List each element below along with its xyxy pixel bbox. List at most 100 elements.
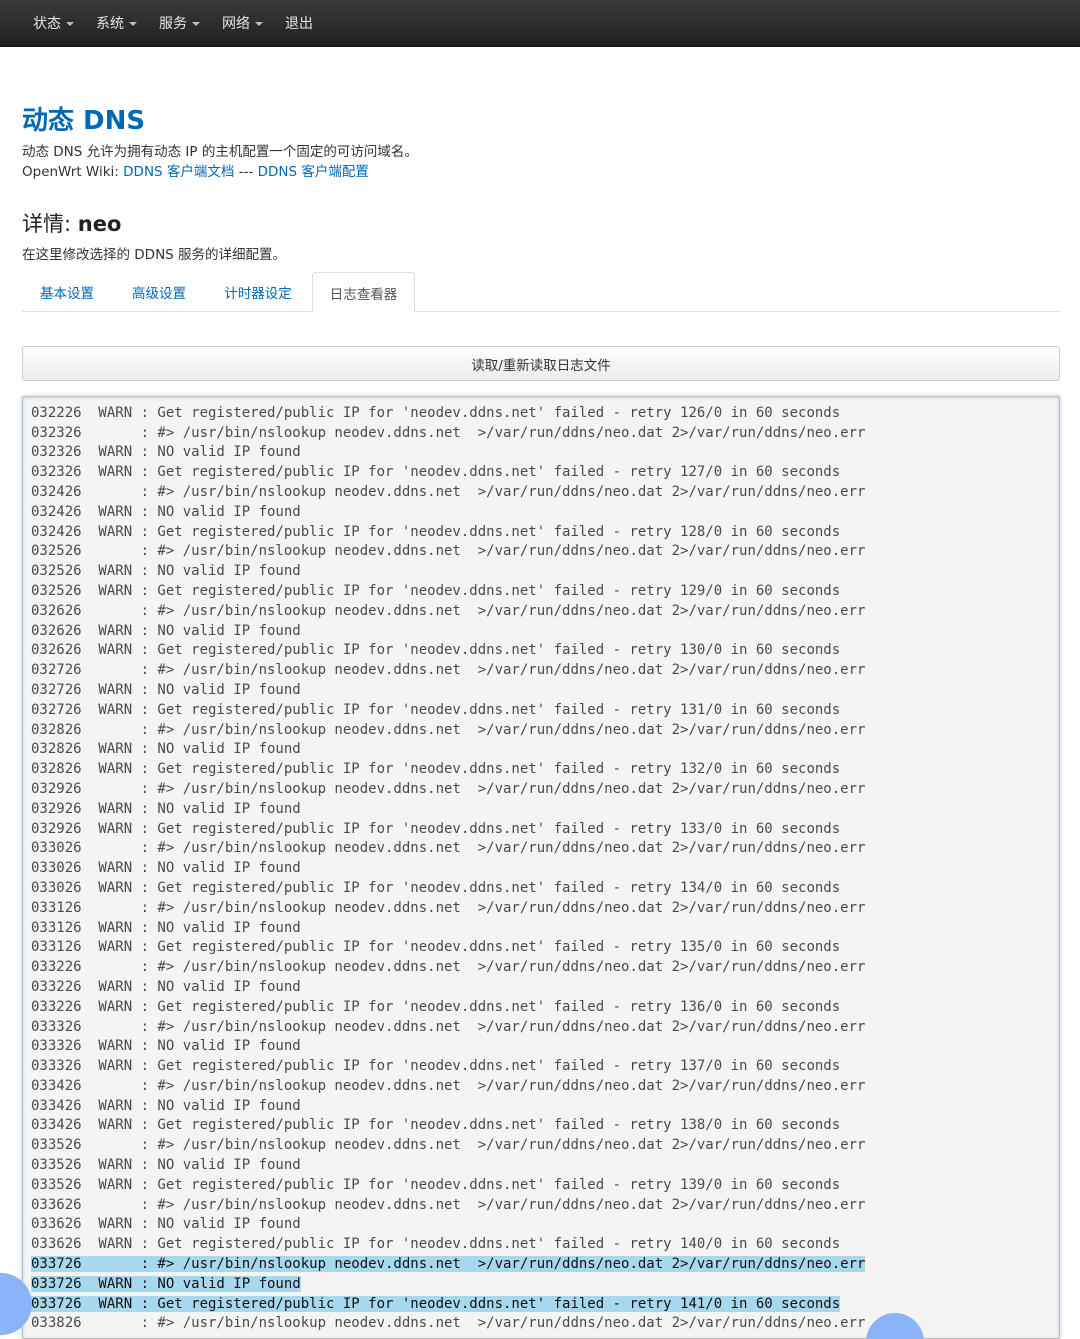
log-line: 033726 WARN : Get registered/public IP f… — [31, 1295, 1059, 1315]
log-line-text: 033526 WARN : NO valid IP found — [31, 1157, 301, 1174]
log-line: 032926 WARN : NO valid IP found — [31, 800, 1059, 820]
page-description: 动态 DNS 允许为拥有动态 IP 的主机配置一个固定的可访问域名。 — [22, 144, 418, 160]
tab-label: 计时器设定 — [224, 286, 292, 302]
chevron-down-icon — [192, 22, 200, 26]
ddns-client-config-link[interactable]: DDNS 客户端配置 — [258, 164, 369, 180]
tab-basic-settings[interactable]: 基本设置 — [22, 272, 112, 312]
log-line: 033026 WARN : NO valid IP found — [31, 859, 1059, 879]
tab-bar: 基本设置 高级设置 计时器设定 日志查看器 — [22, 272, 1060, 313]
log-line: 032726 : #> /usr/bin/nslookup neodev.ddn… — [31, 661, 1059, 681]
log-line-text: 033326 WARN : NO valid IP found — [31, 1038, 301, 1055]
log-line: 033026 WARN : Get registered/public IP f… — [31, 879, 1059, 899]
log-line: 033626 : #> /usr/bin/nslookup neodev.ddn… — [31, 1196, 1059, 1216]
log-line: 033226 WARN : Get registered/public IP f… — [31, 998, 1059, 1018]
log-line-text: 032426 : #> /usr/bin/nslookup neodev.ddn… — [31, 483, 866, 500]
log-line-text: 033426 WARN : Get registered/public IP f… — [31, 1117, 841, 1134]
log-line-text: 032326 WARN : Get registered/public IP f… — [31, 464, 841, 481]
log-line-text: 033726 WARN : NO valid IP found — [31, 1275, 301, 1292]
nav-menu-label: 退出 — [285, 16, 313, 32]
log-line-text: 032326 : #> /usr/bin/nslookup neodev.ddn… — [31, 424, 866, 441]
log-line-text: 033526 WARN : Get registered/public IP f… — [31, 1176, 841, 1193]
log-line-text: 033626 WARN : NO valid IP found — [31, 1216, 301, 1233]
log-line-text: 033426 : #> /usr/bin/nslookup neodev.ddn… — [31, 1077, 866, 1094]
log-line-text: 033026 : #> /usr/bin/nslookup neodev.ddn… — [31, 840, 866, 857]
nav-menu-status[interactable]: 状态 — [33, 13, 74, 33]
log-line: 032526 : #> /usr/bin/nslookup neodev.ddn… — [31, 542, 1059, 562]
nav-menu-label: 系统 — [96, 16, 124, 32]
log-line-text: 033126 WARN : NO valid IP found — [31, 919, 301, 936]
log-line: 032426 : #> /usr/bin/nslookup neodev.ddn… — [31, 483, 1059, 503]
log-line-text: 032926 WARN : Get registered/public IP f… — [31, 820, 841, 837]
tab-label: 基本设置 — [40, 286, 94, 302]
tab-log-viewer[interactable]: 日志查看器 — [312, 272, 415, 313]
log-line: 033526 WARN : Get registered/public IP f… — [31, 1176, 1059, 1196]
log-line: 033126 : #> /usr/bin/nslookup neodev.ddn… — [31, 899, 1059, 919]
log-line: 033626 WARN : Get registered/public IP f… — [31, 1235, 1059, 1255]
nav-menu-label: 网络 — [222, 16, 250, 32]
log-line: 033526 : #> /usr/bin/nslookup neodev.ddn… — [31, 1136, 1059, 1156]
section-title: 详情: neo — [22, 208, 121, 238]
log-line: 033326 WARN : NO valid IP found — [31, 1037, 1059, 1057]
log-line: 033426 WARN : Get registered/public IP f… — [31, 1116, 1059, 1136]
top-navbar: 状态 系统 服务 网络 退出 — [0, 0, 1080, 47]
log-line: 032526 WARN : Get registered/public IP f… — [31, 582, 1059, 602]
log-line: 032826 WARN : NO valid IP found — [31, 740, 1059, 760]
log-line-text: 032726 WARN : NO valid IP found — [31, 681, 301, 698]
log-line-text: 033726 WARN : Get registered/public IP f… — [31, 1295, 841, 1312]
log-line: 032926 : #> /usr/bin/nslookup neodev.ddn… — [31, 780, 1059, 800]
tab-advanced-settings[interactable]: 高级设置 — [117, 272, 201, 312]
log-line-text: 032326 WARN : NO valid IP found — [31, 444, 301, 461]
tab-label: 高级设置 — [132, 286, 186, 302]
chevron-down-icon — [129, 22, 137, 26]
log-line: 033626 WARN : NO valid IP found — [31, 1215, 1059, 1235]
nav-menu-network[interactable]: 网络 — [222, 13, 263, 33]
log-line-text: 033626 WARN : Get registered/public IP f… — [31, 1236, 841, 1253]
section-title-prefix: 详情: — [22, 212, 78, 236]
log-line: 032926 WARN : Get registered/public IP f… — [31, 820, 1059, 840]
log-line: 033526 WARN : NO valid IP found — [31, 1156, 1059, 1176]
log-line: 033126 WARN : Get registered/public IP f… — [31, 938, 1059, 958]
log-line-text: 033826 : #> /usr/bin/nslookup neodev.ddn… — [31, 1315, 866, 1332]
log-line: 033726 WARN : NO valid IP found — [31, 1275, 1059, 1295]
chevron-down-icon — [66, 22, 74, 26]
wiki-separator: --- — [234, 164, 258, 180]
log-line-text: 033026 WARN : NO valid IP found — [31, 860, 301, 877]
ddns-client-docs-link[interactable]: DDNS 客户端文档 — [123, 164, 234, 180]
log-line-text: 033126 : #> /usr/bin/nslookup neodev.ddn… — [31, 899, 866, 916]
reload-log-button[interactable]: 读取/重新读取日志文件 — [22, 346, 1060, 381]
log-line: 033026 : #> /usr/bin/nslookup neodev.ddn… — [31, 839, 1059, 859]
log-line: 032826 WARN : Get registered/public IP f… — [31, 760, 1059, 780]
log-line: 033226 : #> /usr/bin/nslookup neodev.ddn… — [31, 958, 1059, 978]
tab-label: 日志查看器 — [329, 286, 398, 303]
nav-menu-system[interactable]: 系统 — [96, 13, 137, 33]
nav-menu-services[interactable]: 服务 — [159, 13, 200, 33]
log-line: 032326 : #> /usr/bin/nslookup neodev.ddn… — [31, 424, 1059, 444]
log-line-text: 032726 : #> /usr/bin/nslookup neodev.ddn… — [31, 662, 866, 679]
log-line-text: 033226 : #> /usr/bin/nslookup neodev.ddn… — [31, 959, 866, 976]
log-line-text: 032526 WARN : NO valid IP found — [31, 563, 301, 580]
log-line-text: 032926 WARN : NO valid IP found — [31, 800, 301, 817]
log-line-text: 032226 WARN : NO valid IP found — [31, 397, 301, 401]
log-line-text: 032826 WARN : Get registered/public IP f… — [31, 761, 841, 778]
chevron-down-icon — [255, 22, 263, 26]
log-viewer-textarea[interactable]: 032226 WARN : NO valid IP found 032226 WA… — [22, 396, 1060, 1339]
log-line: 033426 : #> /usr/bin/nslookup neodev.ddn… — [31, 1077, 1059, 1097]
tab-timer-settings[interactable]: 计时器设定 — [208, 272, 308, 312]
nav-menu-label: 服务 — [159, 16, 187, 32]
log-line-text: 032626 WARN : NO valid IP found — [31, 622, 301, 639]
log-line: 032226 WARN : Get registered/public IP f… — [31, 404, 1059, 424]
nav-logout[interactable]: 退出 — [285, 13, 313, 33]
log-line-text: 032726 WARN : Get registered/public IP f… — [31, 701, 841, 718]
log-line-text: 033326 : #> /usr/bin/nslookup neodev.ddn… — [31, 1018, 866, 1035]
log-line-text: 032826 : #> /usr/bin/nslookup neodev.ddn… — [31, 721, 866, 738]
log-line-text: 032526 WARN : Get registered/public IP f… — [31, 582, 841, 599]
log-line: 033326 : #> /usr/bin/nslookup neodev.ddn… — [31, 1018, 1059, 1038]
log-line: 033426 WARN : NO valid IP found — [31, 1097, 1059, 1117]
log-line-text: 033026 WARN : Get registered/public IP f… — [31, 879, 841, 896]
log-line: 032626 : #> /usr/bin/nslookup neodev.ddn… — [31, 602, 1059, 622]
log-line-text: 033626 : #> /usr/bin/nslookup neodev.ddn… — [31, 1196, 866, 1213]
log-line-text: 032226 WARN : Get registered/public IP f… — [31, 404, 841, 421]
log-line: 033226 WARN : NO valid IP found — [31, 978, 1059, 998]
log-line: 032426 WARN : Get registered/public IP f… — [31, 523, 1059, 543]
log-line-text: 033126 WARN : Get registered/public IP f… — [31, 939, 841, 956]
